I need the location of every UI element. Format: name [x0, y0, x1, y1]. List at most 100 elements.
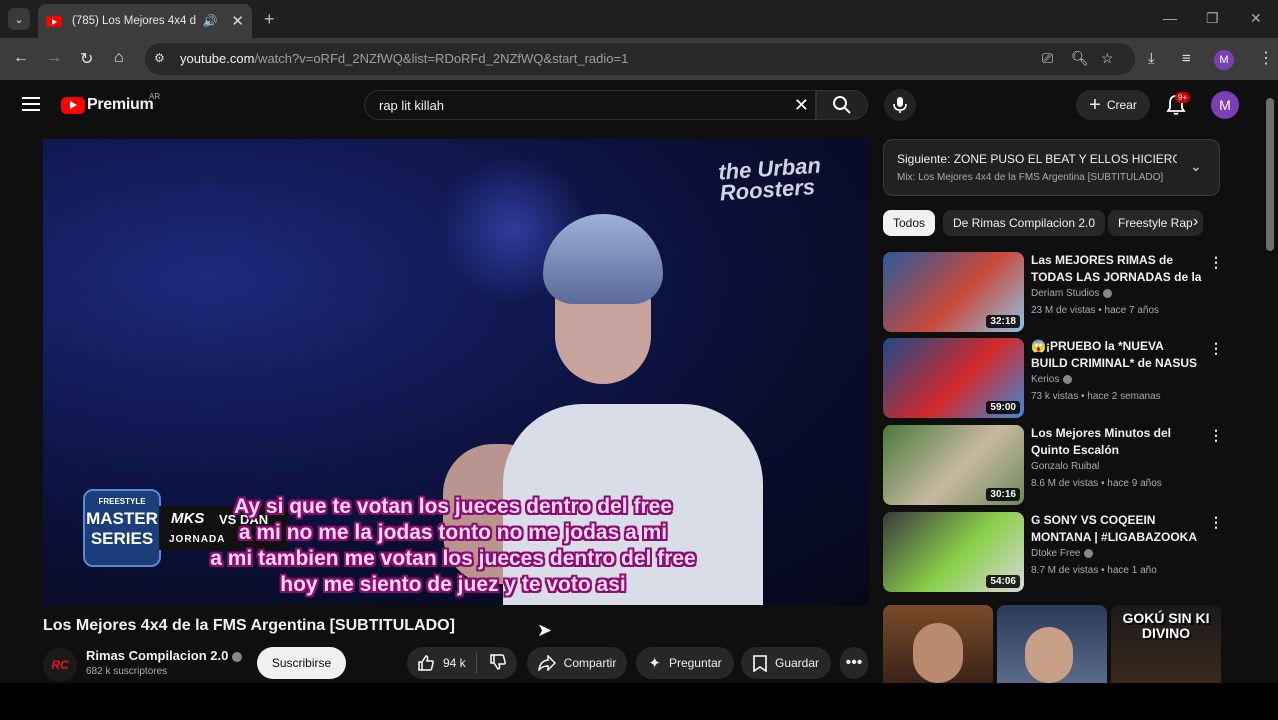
recommended-meta: 8.7 M de vistas • hace 1 año — [1031, 565, 1157, 576]
video-subtitles: Ay si que te votan los jueces dentro del… — [153, 494, 753, 598]
shorts-row: GOKÚ SIN KI DIVINO — [883, 605, 1223, 683]
short-thumbnail[interactable] — [997, 605, 1107, 683]
recommended-channel[interactable]: Deriam Studios — [1031, 288, 1113, 299]
video-duration: 32:18 — [986, 315, 1020, 328]
install-app-icon[interactable]: ⎚ — [1042, 50, 1053, 67]
chip-todos[interactable]: Todos — [883, 210, 936, 236]
zoom-icon[interactable]: 🔍︎ — [1071, 50, 1089, 67]
url-text[interactable]: youtube.com/watch?v=oRFd_2NZfWQ&list=RDo… — [180, 51, 628, 66]
new-tab-icon[interactable]: + — [264, 9, 275, 30]
subtitle-line: hoy me siento de juez y te voto asi — [280, 573, 626, 596]
reload-icon[interactable]: ↻ — [80, 49, 93, 69]
recommended-channel[interactable]: Kerios — [1031, 374, 1073, 385]
clear-search-icon[interactable]: ✕ — [794, 95, 809, 116]
more-options-icon[interactable]: ⋮ — [1209, 254, 1223, 271]
recommended-video[interactable]: 54:06 G SONY VS COQEEIN MONTANA | #LIGABA… — [883, 512, 1223, 592]
filter-chips: Todos De Rimas Compilacion 2.0 Freestyle… — [883, 210, 1220, 236]
recommended-meta: 73 k vistas • hace 2 semanas — [1031, 391, 1161, 402]
browser-menu-icon[interactable]: ⋮ — [1258, 48, 1274, 68]
page-scrollbar[interactable] — [1266, 98, 1274, 251]
recommended-video[interactable]: 59:00 😱¡PRUEBO la *NUEVA BUILD CRIMINAL* … — [883, 338, 1223, 418]
youtube-page: Premium AR ✕ + Crear 9+ M the Urban Roos… — [0, 80, 1278, 683]
recommended-video[interactable]: 30:16 Los Mejores Minutos del Quinto Esca… — [883, 425, 1223, 505]
more-options-icon[interactable]: ⋮ — [1209, 427, 1223, 444]
subtitle-line: a mi tambien me votan los jueces dentro … — [210, 547, 696, 570]
short-thumbnail[interactable] — [883, 605, 993, 683]
more-options-icon[interactable]: ⋮ — [1209, 514, 1223, 531]
video-thumbnail[interactable]: 32:18 — [883, 252, 1024, 332]
urban-roosters-watermark: the Urban Roosters — [717, 152, 822, 206]
like-button[interactable]: 94 k — [407, 652, 477, 674]
sparkle-icon: ✦ — [648, 655, 661, 672]
video-duration: 54:06 — [986, 575, 1020, 588]
search-box[interactable]: ✕ — [364, 90, 816, 120]
thumbs-up-icon — [418, 655, 434, 671]
chevron-down-icon[interactable]: ⌄ — [1190, 158, 1202, 175]
download-icon[interactable]: ⤓ — [1148, 50, 1155, 67]
youtube-premium-logo[interactable]: Premium AR — [61, 92, 160, 114]
address-bar[interactable]: ⚙ youtube.com/watch?v=oRFd_2NZfWQ&list=R… — [145, 43, 1135, 75]
save-button[interactable]: Guardar — [741, 647, 831, 679]
video-thumbnail[interactable]: 59:00 — [883, 338, 1024, 418]
search-icon — [833, 96, 851, 114]
browser-profile-avatar[interactable]: M — [1214, 50, 1234, 70]
playlist-next-panel[interactable]: Siguiente: ZONE PUSO EL BEAT Y ELLOS HIC… — [883, 139, 1220, 196]
recommended-meta: 23 M de vistas • hace 7 años — [1031, 305, 1160, 316]
menu-icon[interactable] — [22, 97, 40, 111]
account-avatar[interactable]: M — [1211, 91, 1239, 119]
channel-name[interactable]: Rimas Compilacion 2.0 — [86, 648, 243, 663]
recommended-title[interactable]: Los Mejores Minutos del Quinto Escalón — [1031, 425, 1203, 459]
dislike-button[interactable] — [477, 653, 507, 674]
recommended-channel[interactable]: Dtoke Free — [1031, 548, 1094, 559]
thumbs-down-icon — [489, 653, 506, 670]
site-info-icon[interactable]: ⚙ — [154, 51, 170, 67]
recommended-title[interactable]: Las MEJORES RIMAS de TODAS LAS JORNADAS … — [1031, 252, 1203, 286]
notification-badge: 9+ — [1175, 92, 1191, 103]
close-tab-icon[interactable]: ✕ — [231, 12, 244, 30]
next-video-title: Siguiente: ZONE PUSO EL BEAT Y ELLOS HIC… — [897, 152, 1177, 166]
channel-avatar[interactable]: RC — [43, 648, 77, 682]
maximize-icon[interactable]: ❐ — [1206, 10, 1219, 27]
recommended-title[interactable]: G SONY VS COQEEIN MONTANA | #LIGABAZOOKA… — [1031, 512, 1203, 546]
chevron-right-icon[interactable]: › — [1193, 213, 1198, 231]
bookmark-star-icon[interactable]: ☆ — [1101, 50, 1114, 67]
voice-search-button[interactable] — [884, 89, 916, 121]
video-thumbnail[interactable]: 54:06 — [883, 512, 1024, 592]
like-count: 94 k — [443, 656, 466, 670]
create-button[interactable]: + Crear — [1076, 90, 1150, 120]
verified-icon — [1063, 374, 1073, 384]
recommended-title[interactable]: 😱¡PRUEBO la *NUEVA BUILD CRIMINAL* de NA… — [1031, 338, 1203, 372]
recommended-video[interactable]: 32:18 Las MEJORES RIMAS de TODAS LAS JORN… — [883, 252, 1223, 332]
close-window-icon[interactable]: ✕ — [1250, 10, 1262, 27]
search-input[interactable] — [379, 98, 759, 113]
like-dislike-group: 94 k — [407, 647, 517, 679]
ask-button[interactable]: ✦ Preguntar — [636, 647, 734, 679]
home-icon[interactable]: ⌂ — [114, 49, 124, 67]
mouse-cursor-icon: ➤ — [537, 620, 553, 640]
browser-toolbar: ← → ↻ ⌂ ⚙ youtube.com/watch?v=oRFd_2NZfW… — [0, 38, 1278, 80]
fms-logo: FREESTYLE MASTER SERIES — [83, 489, 161, 567]
chip-channel[interactable]: De Rimas Compilacion 2.0 — [943, 210, 1106, 236]
share-button[interactable]: Compartir — [527, 647, 627, 679]
more-actions-button[interactable]: ••• — [840, 647, 868, 679]
tab-title: (785) Los Mejores 4x4 de la FMS Argentin… — [72, 15, 197, 27]
video-duration: 30:16 — [986, 488, 1020, 501]
subscribe-button[interactable]: Suscribirse — [257, 647, 346, 679]
tab-search-icon[interactable]: ⌄ — [8, 8, 30, 30]
search-button[interactable] — [816, 90, 868, 120]
minimize-icon[interactable]: — — [1163, 10, 1177, 26]
video-thumbnail[interactable]: 30:16 — [883, 425, 1024, 505]
more-options-icon[interactable]: ⋮ — [1209, 340, 1223, 357]
speaker-icon[interactable]: 🔊 — [202, 14, 217, 28]
short-thumbnail[interactable]: GOKÚ SIN KI DIVINO — [1111, 605, 1221, 683]
back-icon[interactable]: ← — [13, 49, 29, 67]
chip-freestyle[interactable]: Freestyle Rap — [1108, 210, 1203, 236]
browser-tab[interactable]: (785) Los Mejores 4x4 de la FMS Argentin… — [38, 4, 252, 38]
media-controls-icon[interactable]: ≡ — [1182, 50, 1191, 67]
recommended-channel[interactable]: Gonzalo Ruibal — [1031, 461, 1099, 472]
video-title: Los Mejores 4x4 de la FMS Argentina [SUB… — [43, 617, 455, 634]
video-player[interactable]: the Urban Roosters FREESTYLE MASTER SERI… — [43, 139, 869, 605]
share-icon — [537, 655, 556, 671]
browser-tab-bar: ⌄ (785) Los Mejores 4x4 de la FMS Argent… — [0, 0, 1278, 38]
forward-icon[interactable]: → — [46, 49, 62, 67]
